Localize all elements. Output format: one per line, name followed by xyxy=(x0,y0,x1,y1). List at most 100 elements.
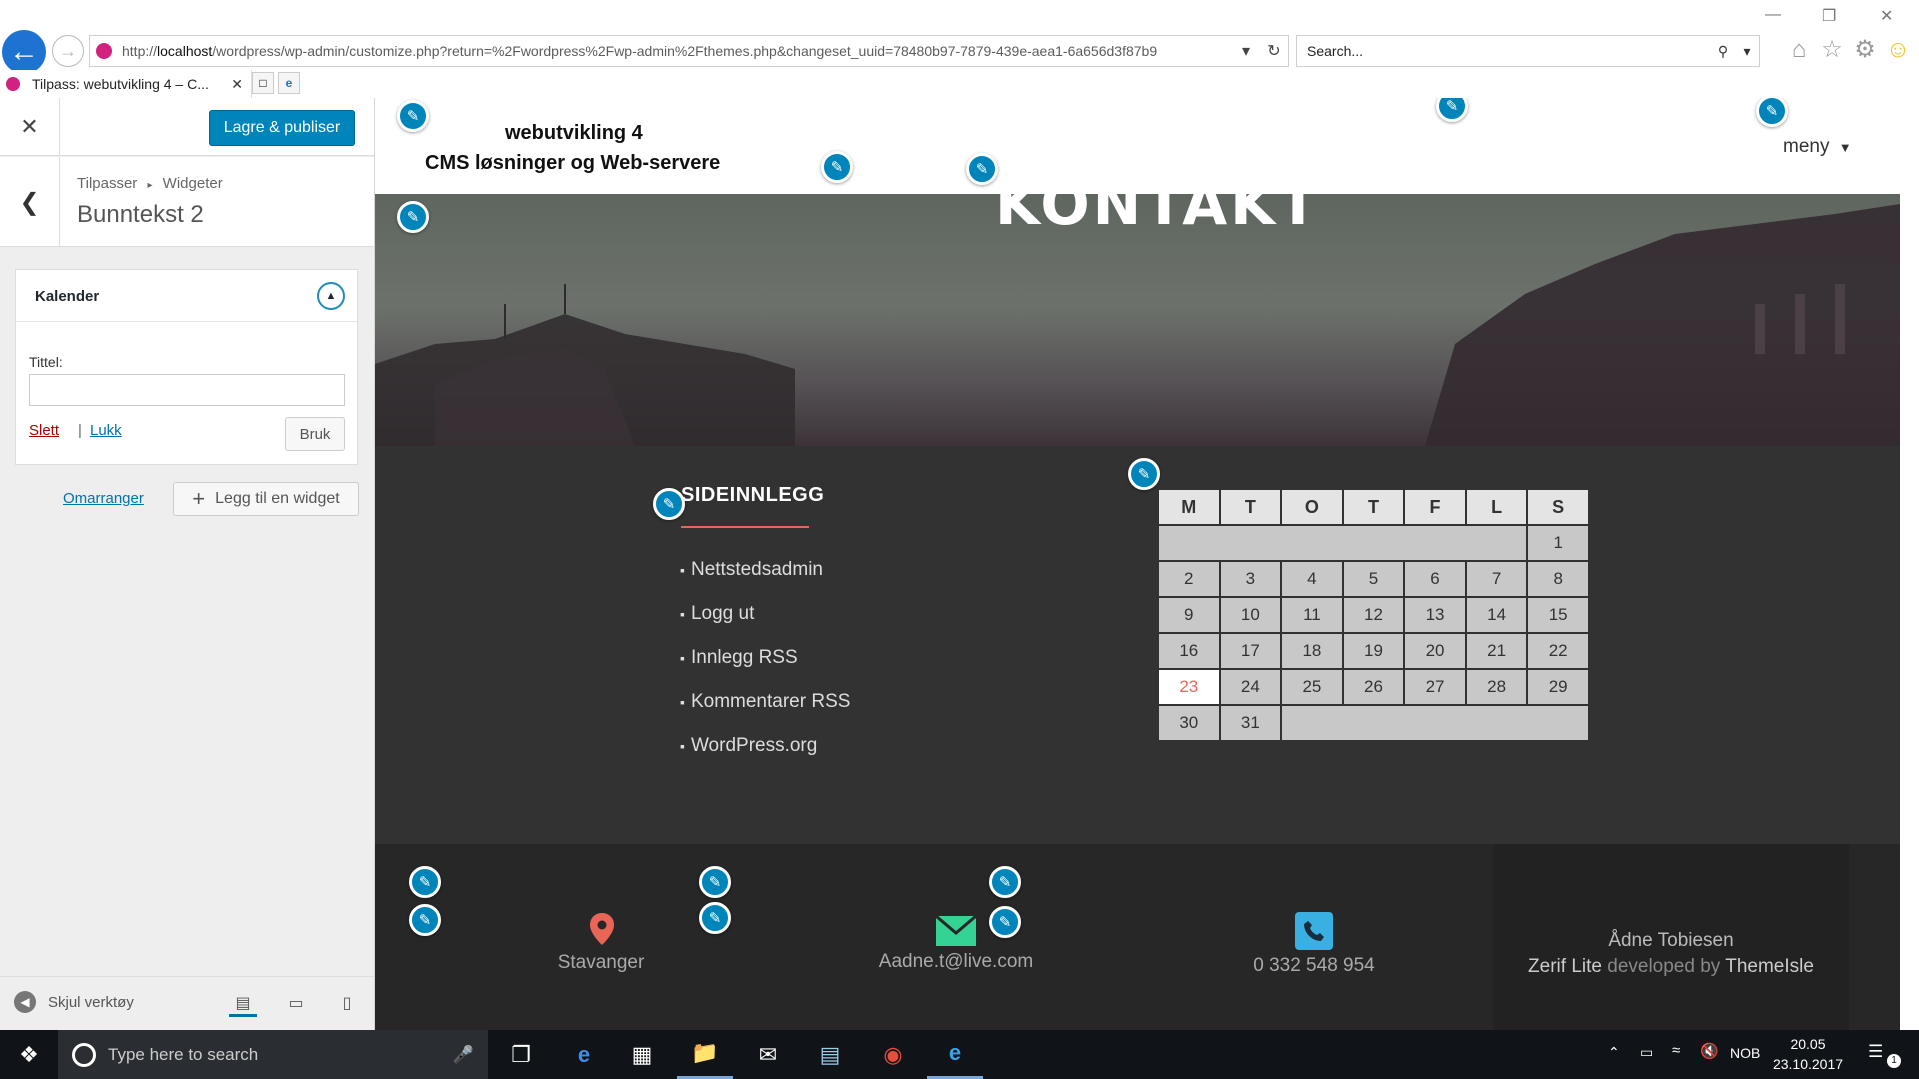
publish-button[interactable]: Lagre & publiser xyxy=(209,110,355,146)
mobile-preview-icon[interactable]: ▯ xyxy=(333,991,361,1017)
new-tab-icon[interactable]: □ xyxy=(252,72,274,94)
task-view-icon[interactable]: ❐ xyxy=(493,1030,549,1079)
browser-search-box[interactable]: Search... ⚲ ▾ xyxy=(1296,35,1760,67)
store-icon[interactable]: ▦ xyxy=(614,1030,670,1079)
apply-button[interactable]: Bruk xyxy=(285,417,345,451)
site-header: webutvikling 4 CMS løsninger og Web-serv… xyxy=(375,98,1900,194)
refresh-icon[interactable]: ↻ xyxy=(1260,41,1288,61)
developed-by-text: developed by xyxy=(1607,956,1721,977)
clock[interactable]: 20.05 23.10.2017 xyxy=(1768,1034,1848,1074)
calendar-day-cell: 21 xyxy=(1464,632,1529,670)
delete-link[interactable]: Slett xyxy=(29,422,59,439)
phone-icon xyxy=(1295,912,1333,950)
list-item[interactable]: Kommentarer RSS xyxy=(680,680,850,724)
calendar-week-row: 30 31 xyxy=(1157,704,1590,742)
edge-icon[interactable]: e xyxy=(556,1030,612,1079)
battery-icon[interactable]: ▭ xyxy=(1640,1044,1653,1061)
theme-link[interactable]: Zerif Lite xyxy=(1528,956,1602,977)
customizer-header: ✕ Lagre & publiser xyxy=(0,98,374,156)
notes-icon[interactable]: ▤ xyxy=(802,1030,858,1079)
tray-chevron-icon[interactable]: ⌃ xyxy=(1608,1044,1620,1061)
edit-pencil-icon[interactable]: ✎ xyxy=(699,866,731,898)
tab-close-icon[interactable]: ✕ xyxy=(231,76,243,93)
microphone-icon[interactable]: 🎤 xyxy=(453,1045,474,1065)
weekday-header: M xyxy=(1157,488,1221,526)
add-widget-button[interactable]: + Legg til en widget xyxy=(173,482,359,516)
calendar-day-cell: 4 xyxy=(1280,560,1344,598)
gear-icon[interactable]: ⚙ xyxy=(1851,36,1879,64)
title-input[interactable] xyxy=(29,374,345,406)
browser-tab-active[interactable]: Tilpass: webutvikling 4 – C... ✕ xyxy=(0,70,252,98)
action-center-icon[interactable]: ☰ xyxy=(1868,1042,1883,1062)
site-footer: ✎ ✎ ✎ ✎ ✎ ✎ Stavanger Aadne.t@live.com 0… xyxy=(375,844,1900,1030)
star-icon[interactable]: ☆ xyxy=(1818,36,1846,64)
browser-search-placeholder[interactable]: Search... xyxy=(1307,43,1711,59)
edit-pencil-icon[interactable]: ✎ xyxy=(989,866,1021,898)
ie-tab-icon[interactable]: e xyxy=(278,72,300,94)
edit-pencil-icon[interactable]: ✎ xyxy=(699,902,731,934)
hide-controls-button[interactable]: ◀ Skjul verktøy xyxy=(14,991,134,1013)
list-item[interactable]: WordPress.org xyxy=(680,724,850,768)
edit-site-title-icon[interactable]: ✎ xyxy=(397,100,429,132)
wifi-icon[interactable]: ≈ xyxy=(1672,1042,1680,1059)
address-dropdown-icon[interactable]: ▾ xyxy=(1232,41,1260,61)
contact-email[interactable]: Aadne.t@live.com xyxy=(836,951,1076,973)
desktop-preview-icon[interactable]: ▤ xyxy=(229,991,257,1017)
calendar-week-row: 23 24 25 26 27 28 29 xyxy=(1157,668,1590,706)
close-icon[interactable]: ✕ xyxy=(0,98,60,156)
menu-toggle[interactable]: meny ▼ xyxy=(1783,136,1852,158)
calendar-weekday-row: M T O T F L S xyxy=(1157,488,1590,526)
hero-banner: KONTAKT xyxy=(375,194,1900,446)
list-item[interactable]: Nettstedsadmin xyxy=(680,548,850,592)
smiley-icon[interactable]: ☺ xyxy=(1884,36,1912,64)
reorder-link[interactable]: Omarranger xyxy=(63,490,144,507)
calendar-day-cell: 24 xyxy=(1218,668,1283,706)
chevron-left-icon[interactable]: ❮ xyxy=(0,157,60,247)
edit-pencil-icon[interactable]: ✎ xyxy=(409,866,441,898)
close-window-icon[interactable]: ✕ xyxy=(1880,6,1893,26)
section-title: Bunntekst 2 xyxy=(77,201,204,228)
weekday-header: T xyxy=(1218,488,1283,526)
search-dropdown-icon[interactable]: ▾ xyxy=(1735,43,1759,60)
restore-icon[interactable]: ❐ xyxy=(1822,6,1836,26)
windows-start-icon[interactable]: ❖ xyxy=(0,1030,58,1079)
widget-header[interactable]: Kalender ▲ xyxy=(16,270,357,322)
edit-calendar-widget-icon[interactable]: ✎ xyxy=(1128,458,1160,490)
company-link[interactable]: ThemeIsle xyxy=(1725,956,1814,977)
address-bar[interactable]: http://localhost/wordpress/wp-admin/cust… xyxy=(89,35,1289,67)
site-description: CMS løsninger og Web-servere xyxy=(425,152,721,174)
forward-arrow-icon[interactable]: → xyxy=(52,35,84,67)
home-icon[interactable]: ⌂ xyxy=(1785,36,1813,64)
calendar-day-cell: 26 xyxy=(1341,668,1406,706)
close-link[interactable]: Lukk xyxy=(90,422,122,439)
volume-muted-icon[interactable]: 🔇 xyxy=(1700,1042,1719,1060)
taskbar-search[interactable]: Type here to search 🎤 xyxy=(58,1030,488,1079)
breadcrumb-root: Tilpasser xyxy=(77,175,138,192)
edit-pencil-icon[interactable]: ✎ xyxy=(397,201,429,233)
edit-page-title-icon[interactable]: ✎ xyxy=(966,153,998,185)
language-indicator[interactable]: NOB xyxy=(1730,1045,1760,1061)
address-url[interactable]: http://localhost/wordpress/wp-admin/cust… xyxy=(122,43,1232,59)
calendar-week-row: 1 xyxy=(1156,524,1590,562)
title-underline xyxy=(681,526,809,528)
calendar-day-cell: 12 xyxy=(1341,596,1406,634)
back-arrow-icon[interactable]: ← xyxy=(2,30,46,74)
contact-phone: 0 332 548 954 xyxy=(1253,955,1375,976)
edit-pencil-icon[interactable]: ✎ xyxy=(821,151,853,183)
list-item[interactable]: Logg ut xyxy=(680,592,850,636)
chrome-icon[interactable]: ◉ xyxy=(865,1030,921,1079)
collapse-arrow-icon[interactable]: ▲ xyxy=(317,282,345,310)
calendar-widget-panel: Kalender ▲ Tittel: Slett | Lukk Bruk xyxy=(15,269,358,465)
tablet-preview-icon[interactable]: ▭ xyxy=(282,991,310,1017)
weekday-header: L xyxy=(1464,488,1529,526)
edit-pencil-icon[interactable]: ✎ xyxy=(989,906,1021,938)
internet-explorer-icon[interactable]: e xyxy=(927,1030,983,1079)
search-icon[interactable]: ⚲ xyxy=(1711,43,1735,60)
map-pin-icon xyxy=(584,912,620,946)
file-explorer-icon[interactable]: 📁 xyxy=(677,1030,733,1079)
edit-pencil-icon[interactable]: ✎ xyxy=(409,904,441,936)
mail-icon[interactable]: ✉ xyxy=(740,1030,796,1079)
list-item[interactable]: Innlegg RSS xyxy=(680,636,850,680)
site-name[interactable]: webutvikling 4 xyxy=(505,122,643,145)
minimize-icon[interactable]: — xyxy=(1765,6,1781,24)
